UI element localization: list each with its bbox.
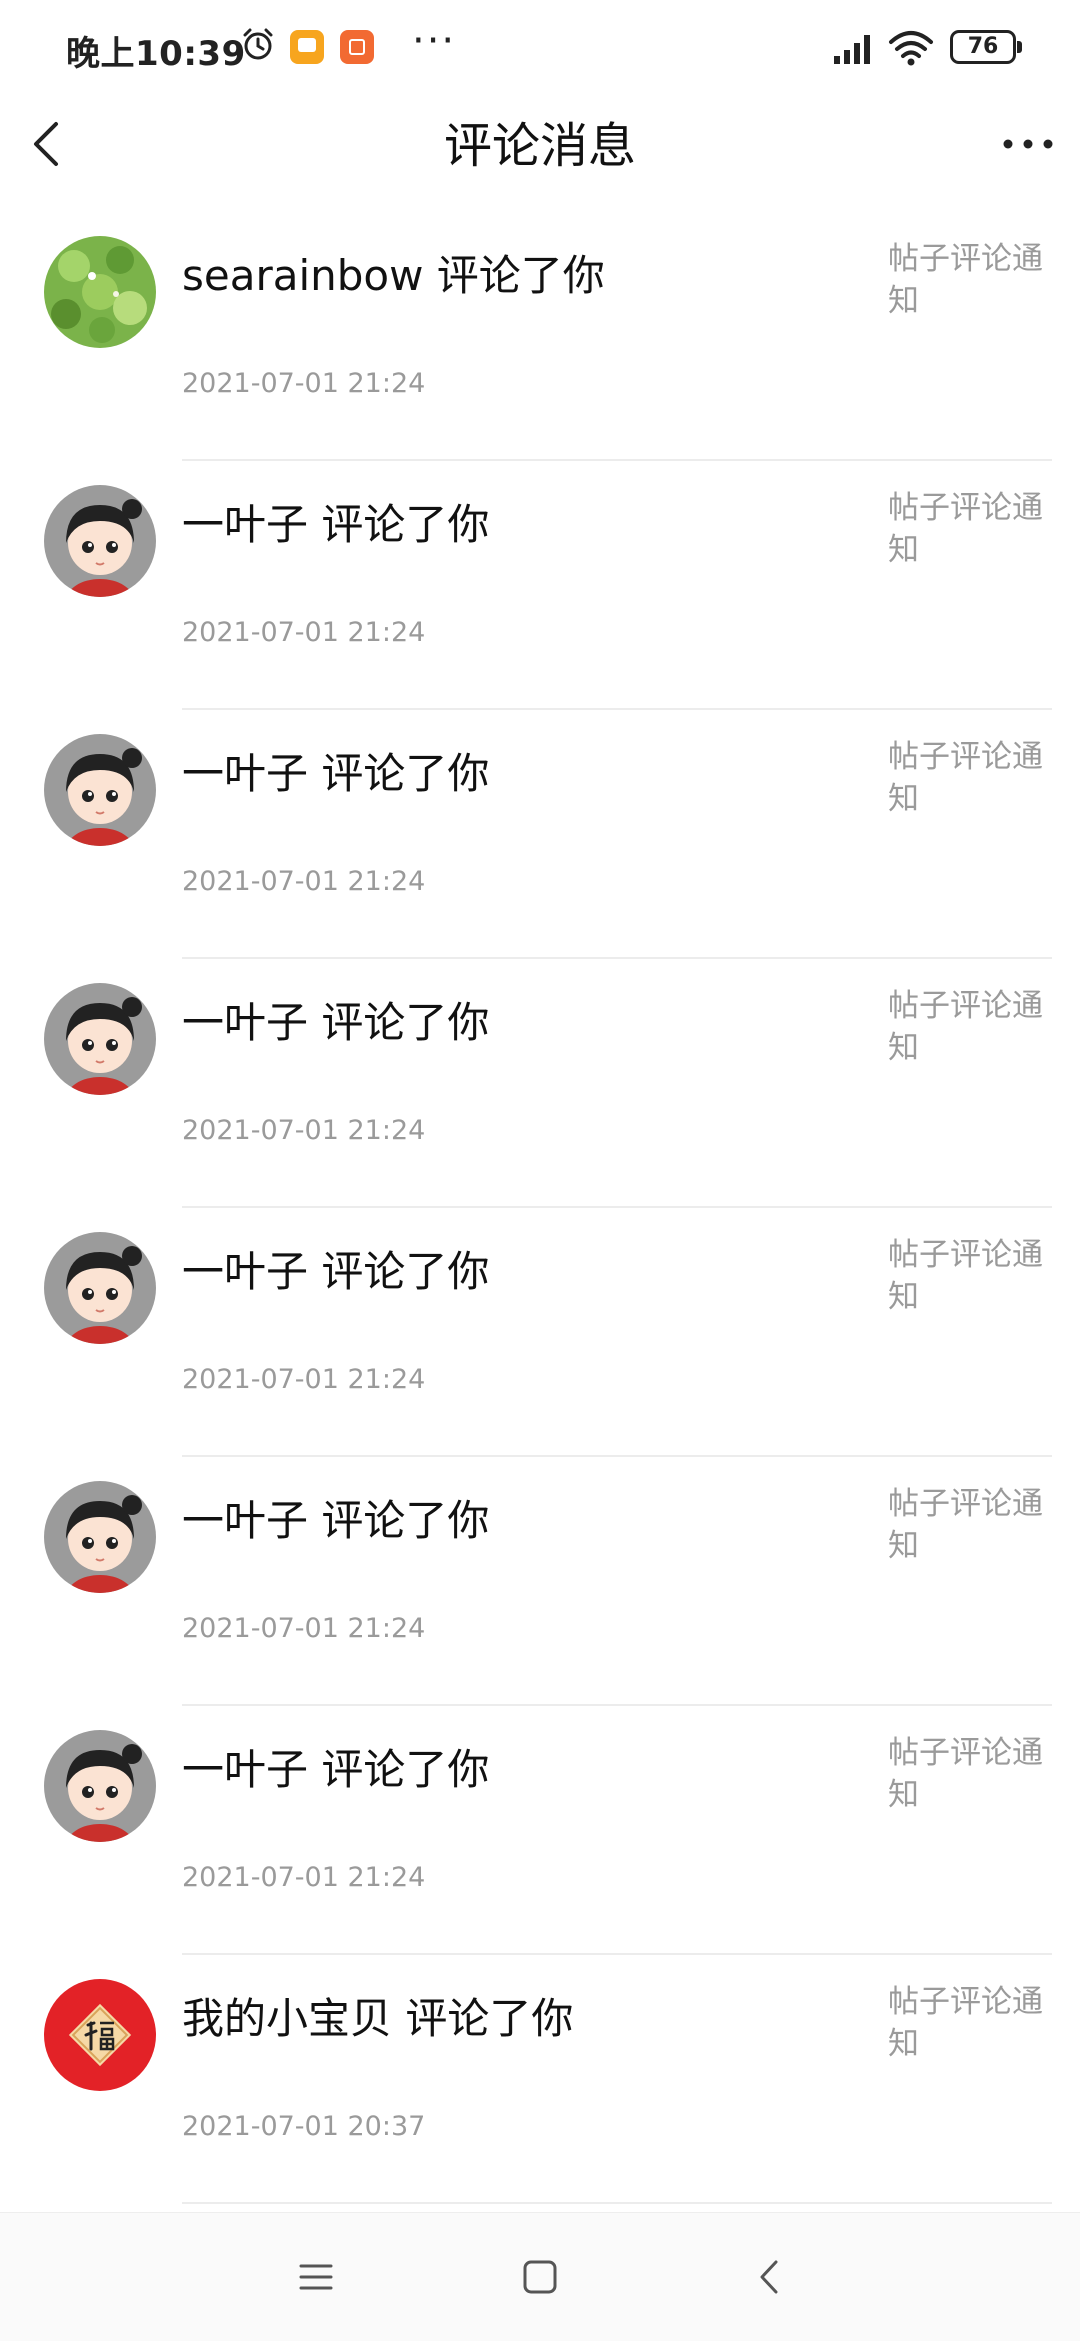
message-title: 一叶子 评论了你 [182,500,490,549]
message-tag: 帖子评论通知 [888,1237,1043,1315]
app-notification-icon [290,30,324,64]
message-tag: 帖子评论通知 [888,241,1043,319]
status-bar: 晚上10:39 ··· 76 [0,0,1080,96]
message-item[interactable]: 我的小宝贝 评论了你 2021-07-01 20:37 帖子评论通知 [0,1955,1080,2204]
message-item[interactable]: 一叶子 评论了你 2021-07-01 21:24 帖子评论通知 [0,461,1080,710]
more-horizontal-icon[interactable] [998,122,1058,166]
clover-avatar[interactable] [44,236,156,348]
cartoon-girl-avatar[interactable] [44,734,156,846]
cartoon-girl-avatar[interactable] [44,1232,156,1344]
message-item[interactable]: 一叶子 评论了你 2021-07-01 21:24 帖子评论通知 [0,959,1080,1208]
status-time: 晚上10:39 [66,34,246,74]
message-time: 2021-07-01 20:37 [182,2111,426,2142]
battery-icon: 76 [950,30,1022,64]
message-title: 一叶子 评论了你 [182,1496,490,1545]
message-time: 2021-07-01 21:24 [182,1364,426,1395]
message-tag: 帖子评论通知 [888,988,1043,1066]
message-title: 一叶子 评论了你 [182,749,490,798]
fu-character-avatar[interactable] [44,1979,156,2091]
message-tag: 帖子评论通知 [888,739,1043,817]
message-item[interactable]: 一叶子 评论了你 2021-07-01 21:24 帖子评论通知 [0,1706,1080,1955]
system-nav-bar [0,2212,1080,2341]
message-title: searainbow 评论了你 [182,251,605,300]
cartoon-girl-avatar[interactable] [44,1730,156,1842]
message-item[interactable]: 一叶子 评论了你 2021-07-01 21:24 帖子评论通知 [0,710,1080,959]
home-square-icon[interactable] [510,2247,570,2307]
message-time: 2021-07-01 21:24 [182,1862,426,1893]
battery-level: 76 [967,34,999,59]
comment-message-list: searainbow 评论了你 2021-07-01 21:24 帖子评论通知 … [0,212,1080,2204]
divider [182,2202,1052,2204]
status-more-icon: ··· [412,18,457,64]
message-item[interactable]: 一叶子 评论了你 2021-07-01 21:24 帖子评论通知 [0,1208,1080,1457]
cartoon-girl-avatar[interactable] [44,1481,156,1593]
message-tag: 帖子评论通知 [888,1735,1043,1813]
message-title: 我的小宝贝 评论了你 [182,1994,574,2043]
message-tag: 帖子评论通知 [888,1984,1043,2062]
message-item[interactable]: searainbow 评论了你 2021-07-01 21:24 帖子评论通知 [0,212,1080,461]
cartoon-girl-avatar[interactable] [44,485,156,597]
top-app-bar: 评论消息 [0,96,1080,196]
message-tag: 帖子评论通知 [888,1486,1043,1564]
cartoon-girl-avatar[interactable] [44,983,156,1095]
message-title: 一叶子 评论了你 [182,1745,490,1794]
message-time: 2021-07-01 21:24 [182,368,426,399]
message-time: 2021-07-01 21:24 [182,617,426,648]
message-title: 一叶子 评论了你 [182,998,490,1047]
message-tag: 帖子评论通知 [888,490,1043,568]
shop-app-icon [340,30,374,64]
back-triangle-icon[interactable] [740,2247,800,2307]
message-title: 一叶子 评论了你 [182,1247,490,1296]
signal-icon [834,35,870,64]
alarm-icon [243,28,273,60]
message-time: 2021-07-01 21:24 [182,1613,426,1644]
message-time: 2021-07-01 21:24 [182,866,426,897]
message-time: 2021-07-01 21:24 [182,1115,426,1146]
wifi-icon [889,31,933,66]
menu-icon[interactable] [286,2247,346,2307]
message-item[interactable]: 一叶子 评论了你 2021-07-01 21:24 帖子评论通知 [0,1457,1080,1706]
page-title: 评论消息 [443,118,636,174]
back-chevron-icon[interactable] [18,112,78,176]
